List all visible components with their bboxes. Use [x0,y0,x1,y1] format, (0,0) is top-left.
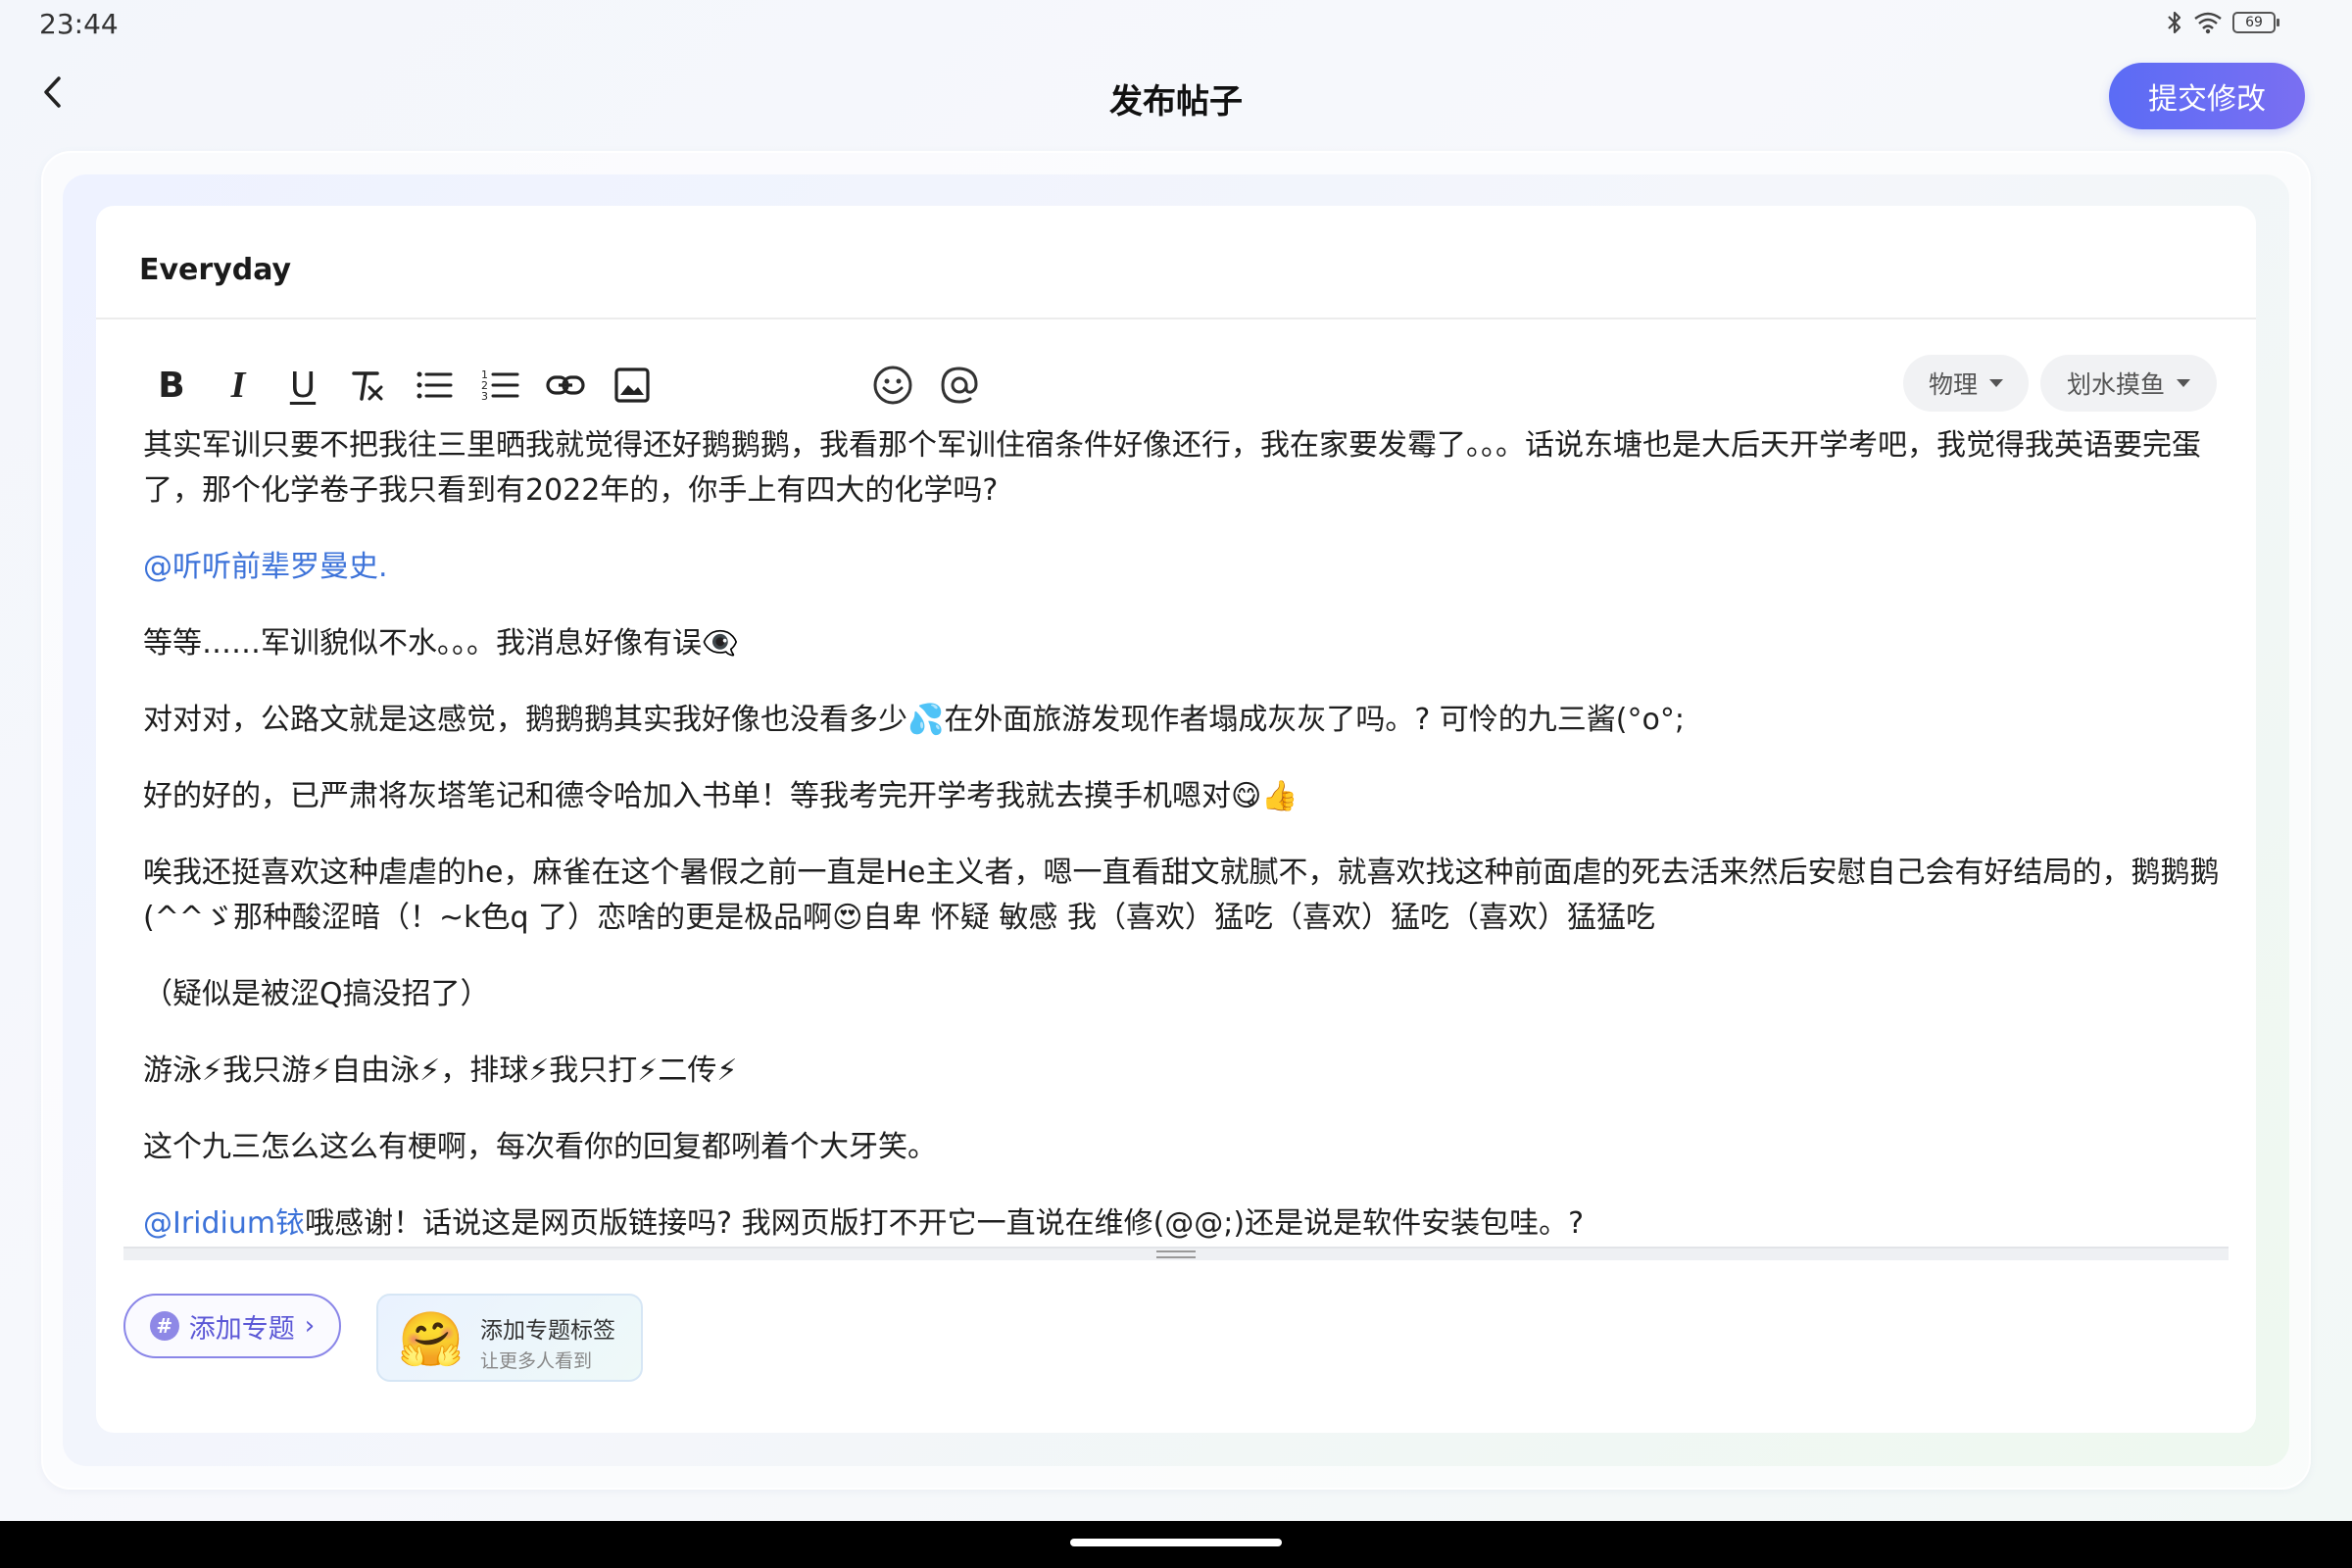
underline-icon[interactable]: U [280,363,325,408]
status-time: 23:44 [39,8,119,40]
content-text: 哦感谢！话说这是网页版链接吗? 我网页版打不开它一直说在维修(@@;)还是说是软… [305,1206,1585,1241]
numbered-list-icon[interactable]: 123 [478,363,523,408]
mention-icon[interactable] [937,363,982,408]
chevron-right-icon: › [304,1311,316,1341]
post-content-editor[interactable]: 其实军训只要不把我往三里晒我就觉得还好鹅鹅鹅，我看那个军训住宿条件好像还行，我在… [143,423,2221,1278]
image-icon[interactable] [610,363,655,408]
submit-changes-button[interactable]: 提交修改 [2109,63,2305,129]
editor-resize-handle[interactable] [123,1247,2229,1260]
content-paragraph: 等等……军训貌似不水。。。我消息好像有误👁‍🗨 [143,626,739,661]
link-icon[interactable] [543,363,588,408]
status-bar: 23:44 69 [0,0,2352,47]
content-paragraph: 对对对，公路文就是这感觉，鹅鹅鹅其实我好像也没看多少💦在外面旅游发现作者塌成灰灰… [143,703,1685,737]
content-paragraph: 唉我还挺喜欢这种虐虐的he，麻雀在这个暑假之前一直是He主义者，嗯一直看甜文就腻… [143,856,2220,935]
subcategory-dropdown[interactable]: 划水摸鱼 [2040,355,2217,412]
subcategory-label: 划水摸鱼 [2066,370,2165,399]
page-title: 发布帖子 [1109,82,1243,122]
category-label: 物理 [1928,370,1978,399]
home-indicator[interactable] [1070,1539,1282,1546]
tip-subtitle: 让更多人看到 [480,1350,593,1372]
content-paragraph: （疑似是被涩Q搞没招了） [143,977,490,1011]
content-paragraph: 这个九三怎么这么有梗啊，每次看你的回复都咧着个大牙笑。 [143,1130,937,1164]
caret-down-icon [1989,379,2003,387]
status-icons: 69 [2166,10,2279,35]
wifi-icon [2193,11,2223,34]
clear-format-icon[interactable] [345,363,390,408]
content-paragraph: 好的好的，已严肃将灰塔笔记和德令哈加入书单！等我考完开学考我就去摸手机嗯对😋👍 [143,779,1298,813]
bluetooth-icon [2166,10,2183,35]
user-mention-link[interactable]: @听听前辈罗曼史. [143,550,388,584]
content-paragraph: 其实军训只要不把我往三里晒我就觉得还好鹅鹅鹅，我看那个军训住宿条件好像还行，我在… [143,428,2201,508]
add-topic-button[interactable]: # 添加专题 › [123,1294,341,1358]
bold-icon[interactable]: B [149,363,194,408]
caret-down-icon [2177,379,2190,387]
user-mention-link[interactable]: @Iridium铱 [143,1206,305,1241]
hugging-face-icon: 🤗 [398,1308,465,1370]
category-dropdown[interactable]: 物理 [1903,355,2029,412]
content-paragraph: @听听前辈罗曼史. [143,545,2221,590]
editor-card: B I U 123 物理 划水摸鱼 其实军训只要不把我往三里晒我 [96,206,2256,1433]
content-paragraph: 游泳⚡我只游⚡自由泳⚡，排球⚡我只打⚡二传⚡ [143,1054,738,1088]
add-topic-label: 添加专题 [188,1313,295,1345]
emoji-icon[interactable] [870,363,915,408]
battery-icon: 69 [2232,12,2279,33]
italic-icon[interactable]: I [216,363,261,408]
post-title-input[interactable] [139,245,1903,294]
tip-title: 添加专题标签 [480,1318,615,1344]
topic-tip-card[interactable]: 🤗 添加专题标签 让更多人看到 [376,1294,643,1382]
svg-text:3: 3 [481,390,488,403]
grip-icon [1156,1250,1196,1258]
title-divider [96,318,2256,319]
hash-icon: # [149,1311,179,1341]
header: 发布帖子 提交修改 [0,47,2352,145]
content-paragraph: @Iridium铱哦感谢！话说这是网页版链接吗? 我网页版打不开它一直说在维修(… [143,1201,2221,1247]
bullet-list-icon[interactable] [412,363,457,408]
